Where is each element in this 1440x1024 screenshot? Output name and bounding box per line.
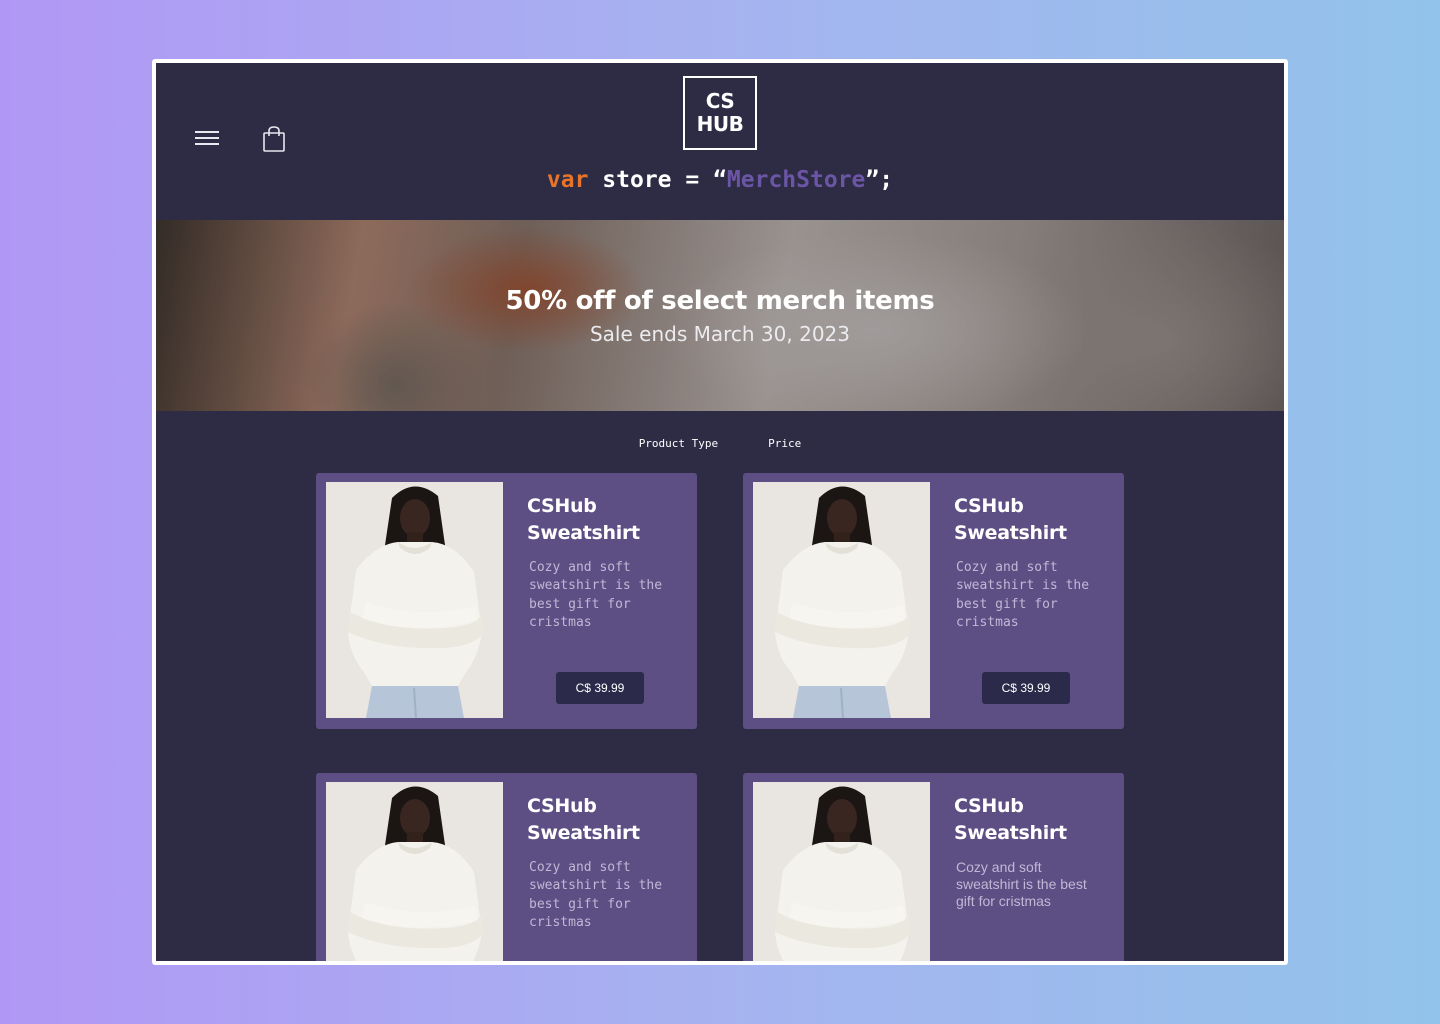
banner-subtitle: Sale ends March 30, 2023 [589,322,850,346]
product-title-line-2: Sweatshirt [527,522,640,544]
product-image[interactable] [753,482,930,718]
product-card[interactable]: CSHub Sweatshirt Cozy and soft sweatshir… [316,473,697,729]
logo-line-2: HUB [696,112,744,136]
product-title-line-2: Sweatshirt [954,822,1067,844]
product-title-line-1: CSHub [527,795,597,817]
shopping-bag-icon[interactable] [262,126,286,152]
product-description: Cozy and soft sweatshirt is the best gif… [529,560,663,630]
product-title: CSHub Sweatshirt [954,793,1114,847]
product-title-line-2: Sweatshirt [527,822,640,844]
sale-banner[interactable]: 50% off of select merch items Sale ends … [156,220,1284,411]
price-button[interactable]: C$ 39.99 [982,672,1070,704]
product-image[interactable] [326,482,503,718]
code-string: MerchStore [726,167,866,193]
product-image[interactable] [753,782,930,961]
code-keyword: var [546,167,589,193]
product-image[interactable] [326,782,503,961]
code-end: ”; [865,167,894,193]
hamburger-menu-icon[interactable] [195,131,219,147]
filter-price[interactable]: Price [768,437,801,450]
product-card[interactable]: CSHub Sweatshirt Cozy and soft sweatshir… [743,773,1124,961]
product-title: CSHub Sweatshirt [527,793,687,847]
product-title: CSHub Sweatshirt [527,493,687,547]
product-description: Cozy and soft sweatshirt is the best gif… [956,560,1090,630]
cs-hub-logo[interactable]: CS HUB [683,76,757,150]
filter-product-type[interactable]: Product Type [639,437,718,450]
logo-line-1: CS [705,89,735,113]
product-card[interactable]: CSHub Sweatshirt Cozy and soft sweatshir… [743,473,1124,729]
product-card[interactable]: CSHub Sweatshirt Cozy and soft sweatshir… [316,773,697,961]
store-code-tagline: var store = “MerchStore”; [156,167,1284,193]
banner-title: 50% off of select merch items [505,286,935,316]
product-description: Cozy and soft sweatshirt is the best gif… [529,860,663,930]
product-description: Cozy and soft sweatshirt is the best gif… [956,859,1087,909]
filter-bar: Product Type Price [156,437,1284,450]
product-title-line-1: CSHub [954,795,1024,817]
code-identifier: store = “ [588,167,727,193]
product-title: CSHub Sweatshirt [954,493,1114,547]
browser-frame: CS HUB var store = “MerchStore”; 50% off… [152,59,1288,965]
product-title-line-1: CSHub [527,495,597,517]
price-button[interactable]: C$ 39.99 [556,672,644,704]
site-header: CS HUB var store = “MerchStore”; [156,63,1284,220]
product-title-line-2: Sweatshirt [954,522,1067,544]
product-title-line-1: CSHub [954,495,1024,517]
